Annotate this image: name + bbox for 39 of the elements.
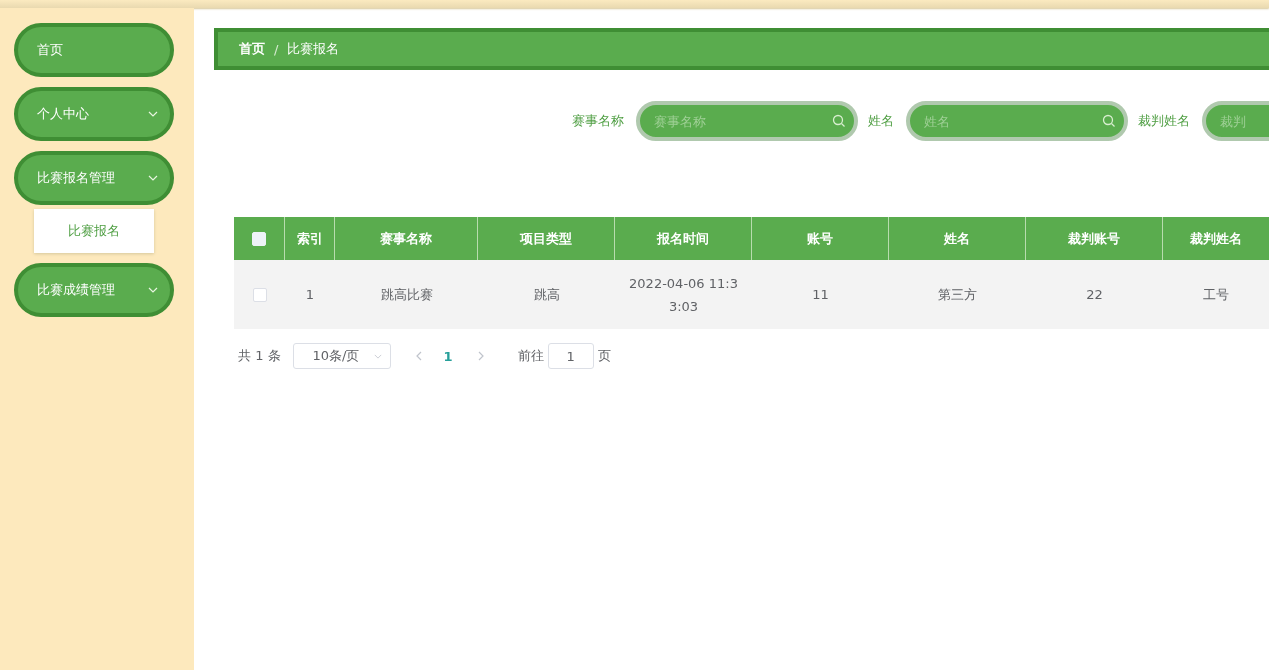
checkbox[interactable] [252, 287, 267, 302]
goto-label: 前往 [517, 347, 544, 365]
next-page-icon[interactable] [477, 351, 484, 361]
breadcrumb-link[interactable]: 比赛报名 [287, 40, 340, 58]
checkbox[interactable] [252, 231, 266, 246]
table-cell-text: 跳高 [533, 286, 560, 304]
table-cell-text: 跳高比赛 [380, 286, 433, 304]
chevron-icon [148, 175, 158, 181]
table-cell-text: 1 [305, 286, 315, 304]
search-field[interactable]: 姓名 [906, 101, 1128, 141]
submenu-item[interactable]: 比赛报名 [34, 209, 154, 253]
previous-page-icon[interactable] [415, 351, 422, 361]
search-icon [832, 114, 846, 128]
page-input[interactable]: 1 [547, 343, 594, 369]
column-header: 裁判姓名 [1189, 229, 1243, 248]
breadcrumb-link[interactable]: 首页 [239, 40, 265, 58]
total-count: 共 1 条 [238, 347, 281, 365]
menu-item[interactable]: 首页 [14, 23, 174, 77]
table-cell-text: 工号 [1203, 286, 1229, 304]
field-label: 赛事名称 [572, 112, 624, 130]
page-number[interactable]: 1 [443, 348, 453, 364]
menu-item[interactable]: 个人中心 [14, 87, 174, 141]
page-label: 页 [597, 347, 611, 365]
search-field[interactable]: 裁判 [1202, 101, 1269, 141]
caret-icon [373, 353, 382, 359]
page-size-select[interactable]: 10条/页 [292, 343, 391, 369]
search-icon [1102, 114, 1116, 128]
menu-item[interactable]: 比赛报名管理 [14, 151, 174, 205]
table-cell-text: 22 [1086, 286, 1103, 304]
search-field[interactable]: 赛事名称 [636, 101, 858, 141]
table-cell-text: 第三方 [938, 286, 977, 304]
field-label: 姓名 [868, 112, 894, 130]
menu-item[interactable]: 比赛成绩管理 [14, 263, 174, 317]
chevron-icon [148, 111, 158, 117]
field-label: 裁判姓名 [1138, 112, 1190, 130]
table-cell-text: 2022-04-06 11:33:03 [629, 274, 738, 316]
breadcrumb-separator: / [274, 41, 279, 57]
chevron-icon [148, 287, 158, 293]
table-cell-text: 11 [812, 286, 829, 304]
